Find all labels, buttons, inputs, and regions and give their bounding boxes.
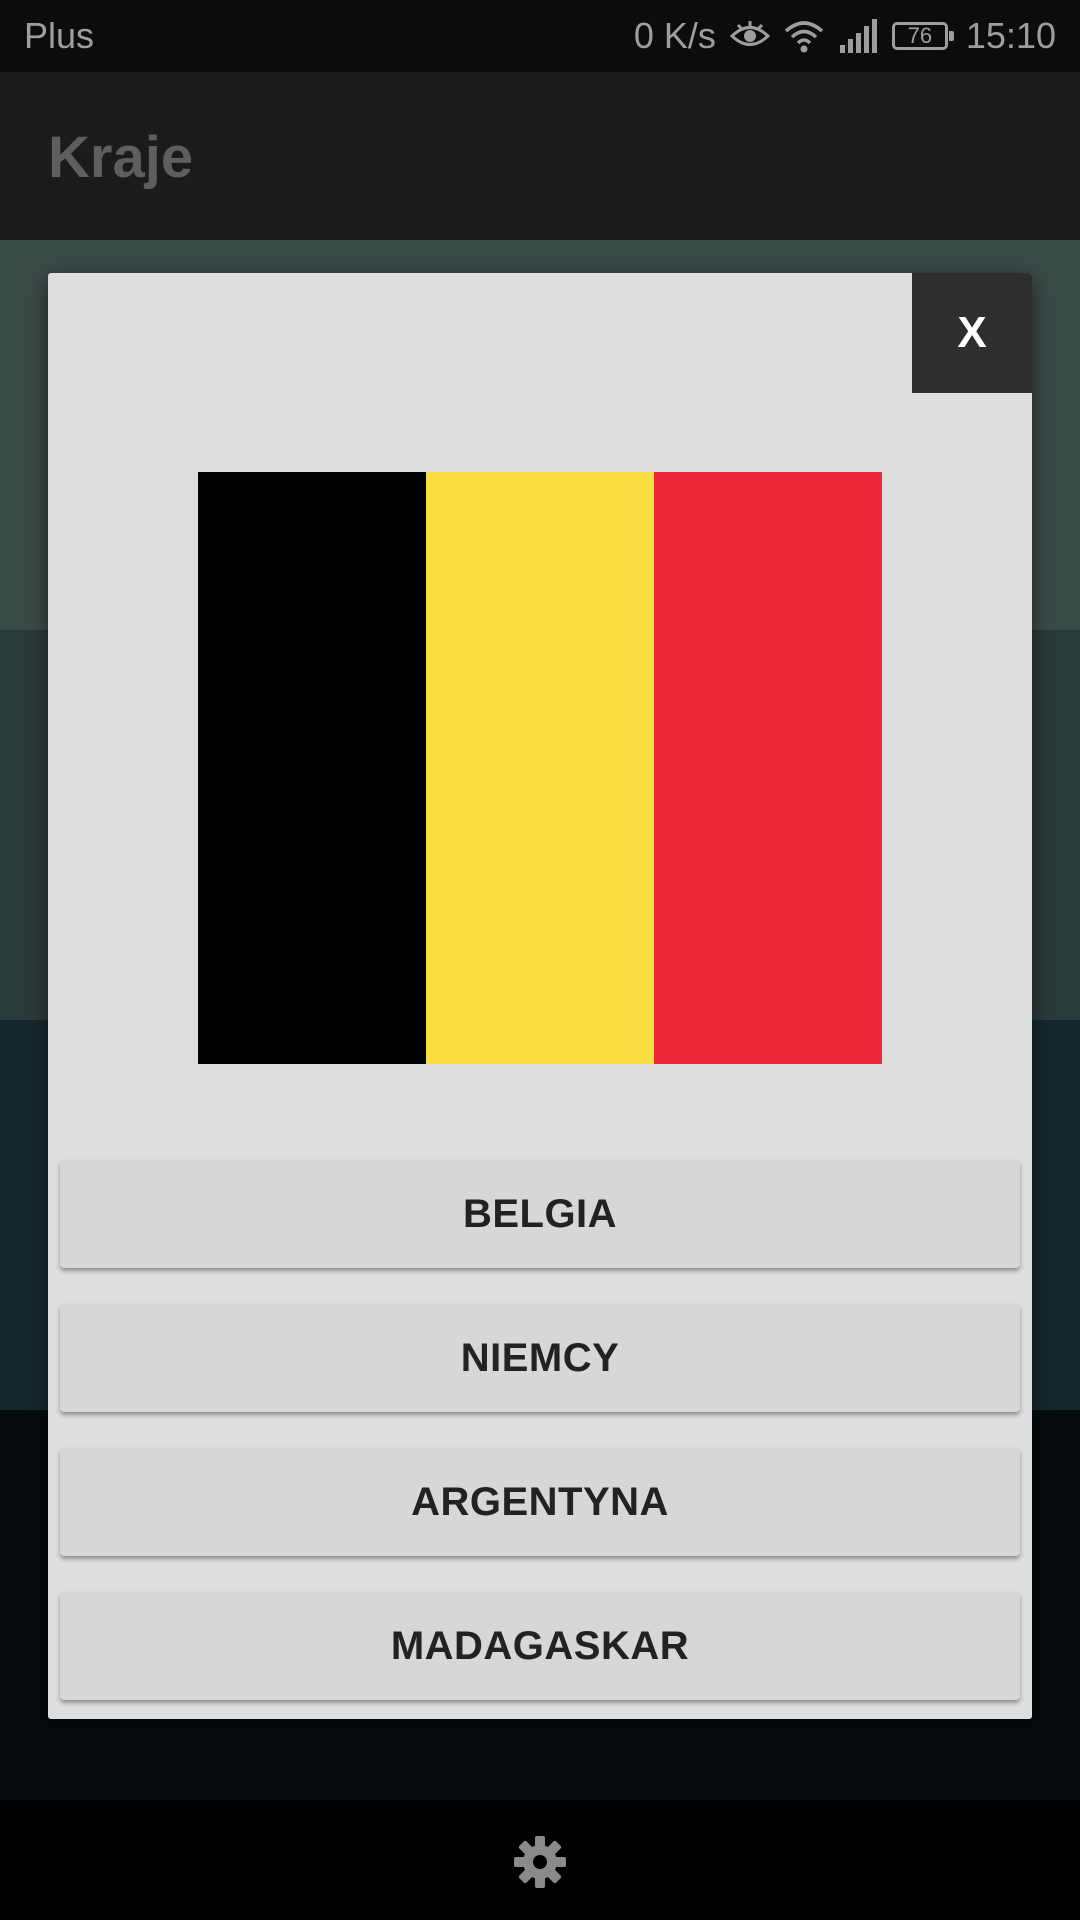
eye-icon — [729, 21, 770, 51]
page-title: Kraje — [48, 125, 194, 190]
gear-icon[interactable] — [510, 1832, 570, 1892]
quiz-dialog: X BELGIA NIEMCY ARGENTYNA MADAGASKAR — [48, 273, 1032, 1719]
app-bar: Kraje — [0, 72, 1080, 240]
answer-button-niemcy[interactable]: NIEMCY — [60, 1304, 1020, 1412]
wifi-icon — [784, 19, 824, 53]
battery-icon: 76 — [891, 22, 954, 50]
clock: 15:10 — [965, 15, 1056, 56]
answer-button-madagaskar[interactable]: MADAGASKAR — [60, 1592, 1020, 1700]
signal-icon — [838, 19, 878, 53]
network-speed: 0 K/s — [633, 15, 716, 56]
answer-button-belgia[interactable]: BELGIA — [60, 1160, 1020, 1268]
answer-list: BELGIA NIEMCY ARGENTYNA MADAGASKAR — [60, 1160, 1020, 1736]
flag-stripe-yellow — [426, 472, 654, 1064]
flag-stripe-red — [654, 472, 882, 1064]
close-button[interactable]: X — [912, 273, 1032, 393]
belgium-flag-icon — [198, 472, 882, 1064]
carrier-name: Plus — [24, 15, 95, 56]
bottom-bar — [0, 1800, 1080, 1920]
answer-button-argentyna[interactable]: ARGENTYNA — [60, 1448, 1020, 1556]
status-bar: Plus 0 K/s 76 15:10 — [0, 0, 1080, 72]
flag-stripe-black — [198, 472, 426, 1064]
status-indicators: 0 K/s 76 15:10 — [634, 14, 1056, 58]
